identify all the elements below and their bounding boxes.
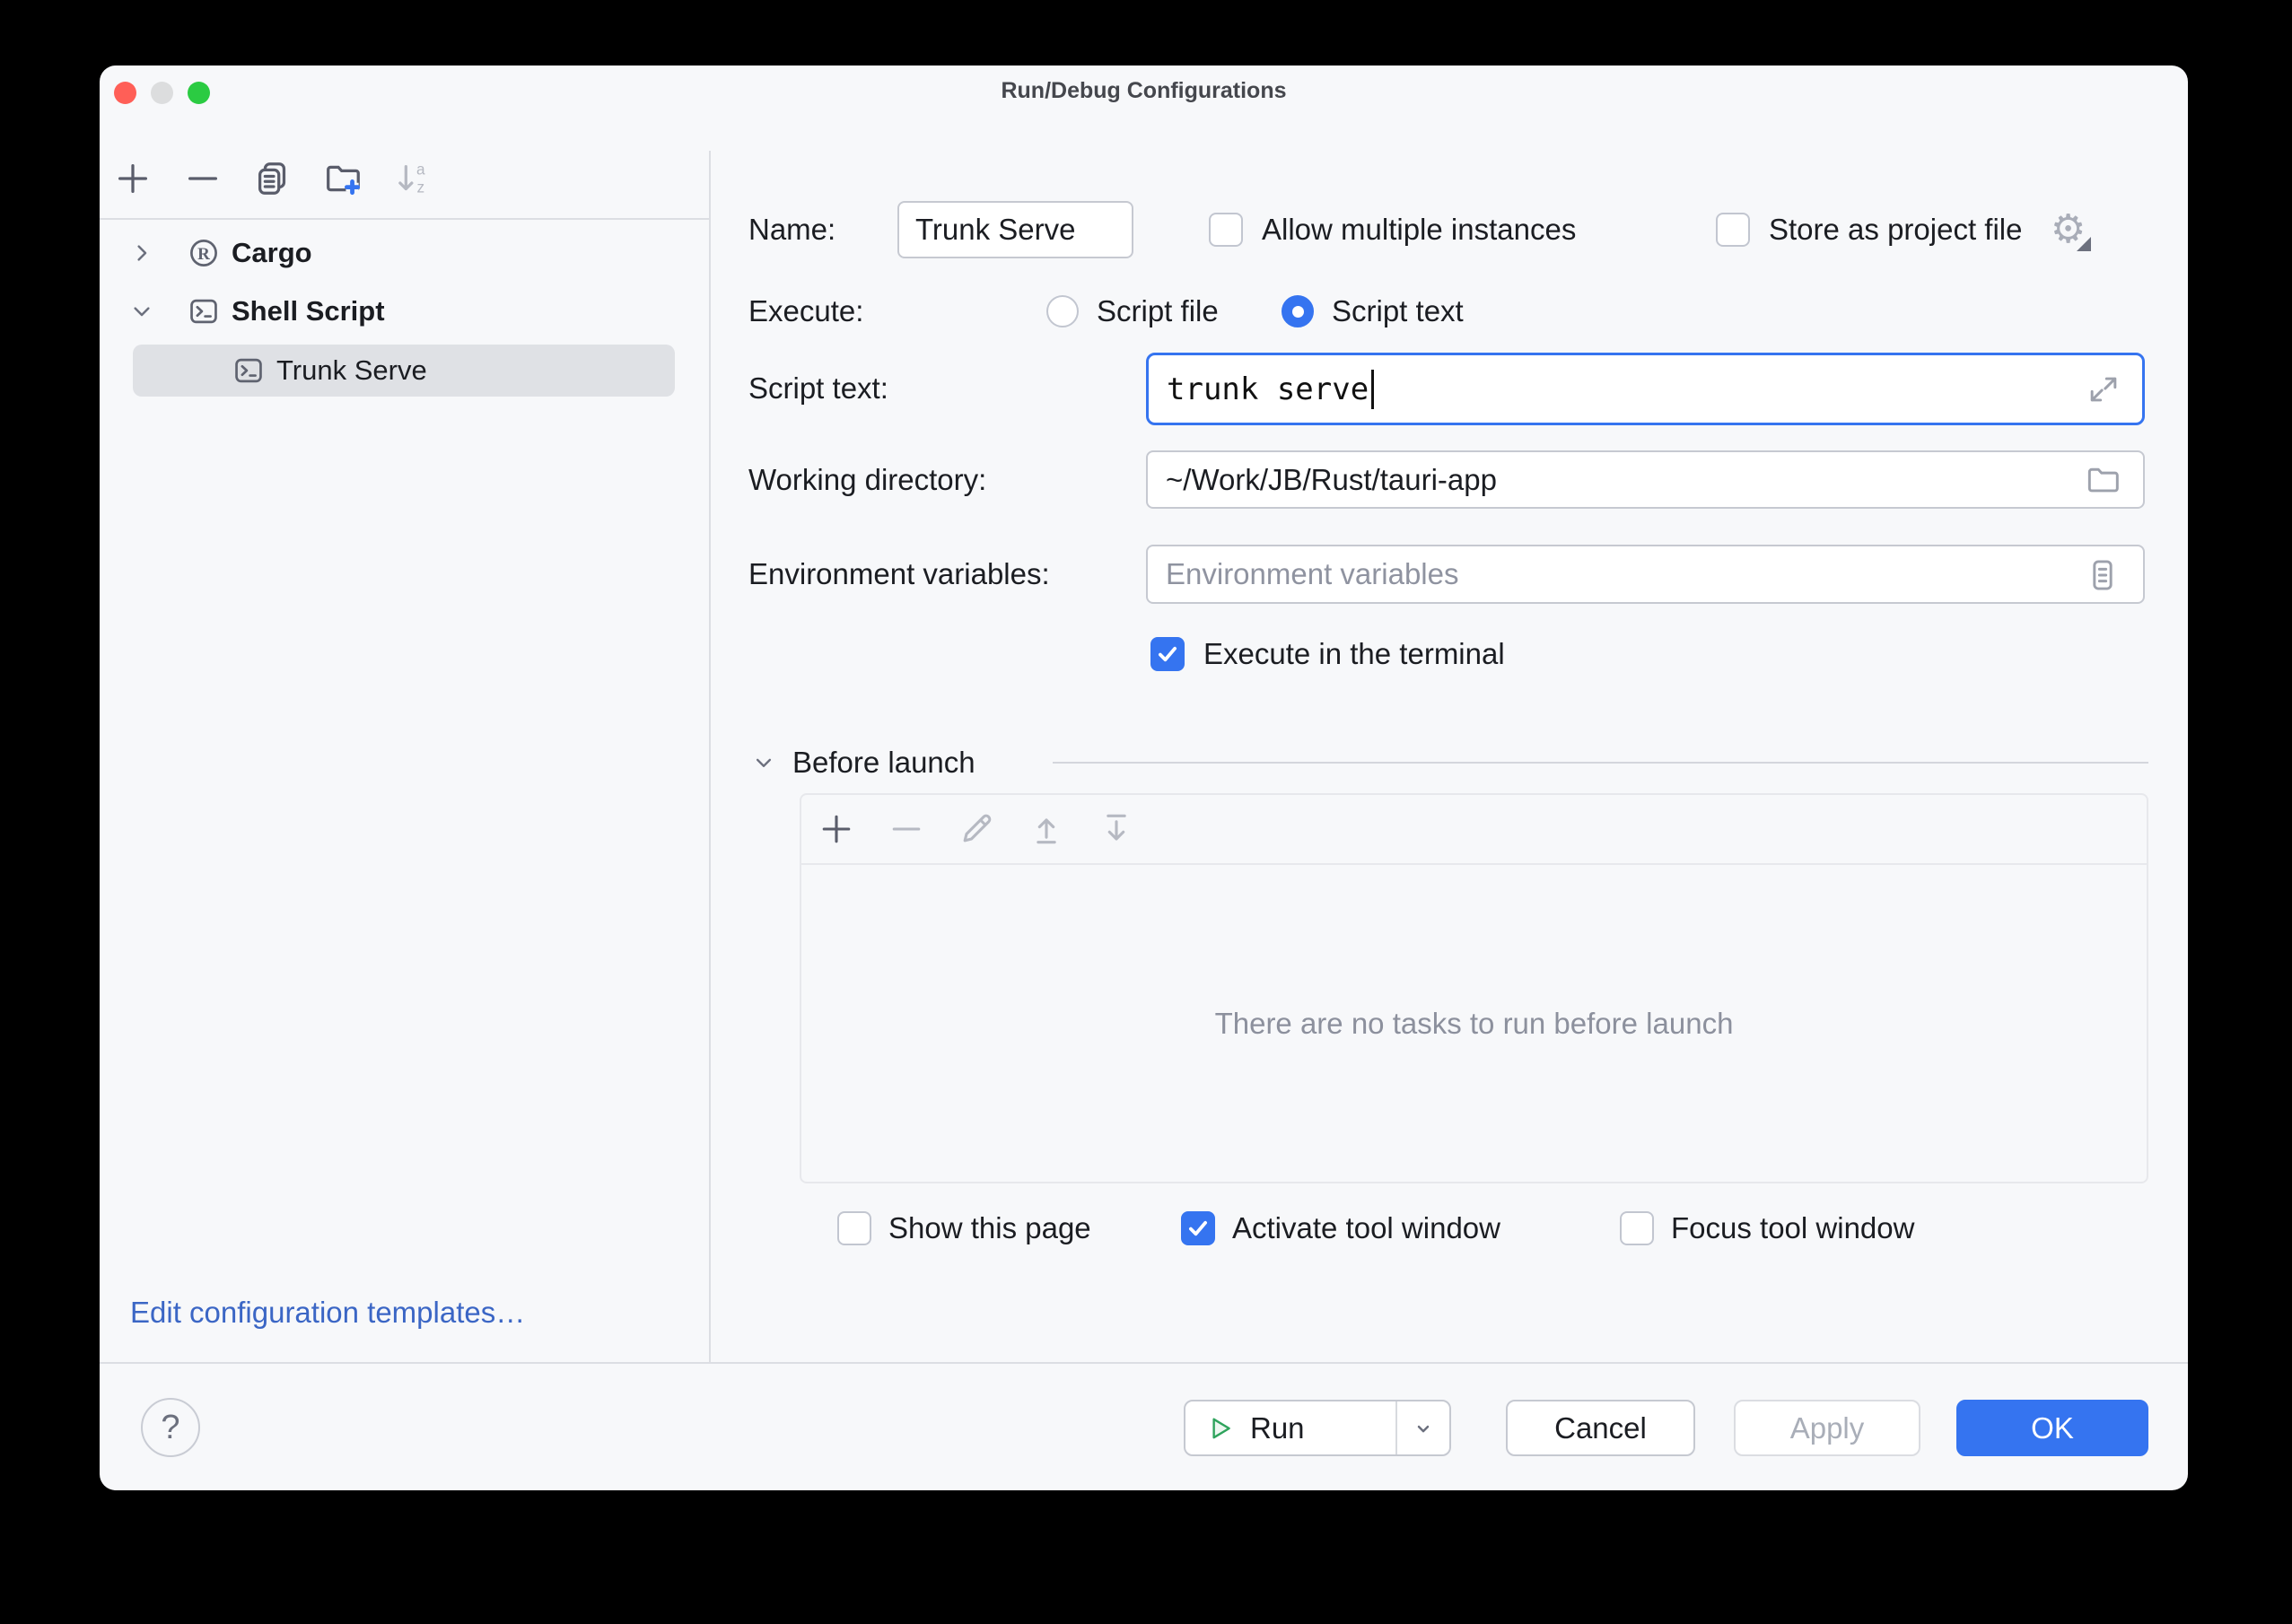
focus-tool-window-checkbox[interactable] xyxy=(1620,1211,1654,1245)
svg-text:a: a xyxy=(416,160,425,178)
focus-tool-window-label: Focus tool window xyxy=(1671,1211,1914,1245)
store-as-project-file-label: Store as project file xyxy=(1769,213,2022,247)
before-launch-panel: There are no tasks to run before launch xyxy=(800,793,2148,1183)
edit-configuration-templates-link[interactable]: Edit configuration templates… xyxy=(130,1284,525,1341)
environment-variables-input[interactable] xyxy=(1146,545,2145,604)
copy-configuration-icon[interactable] xyxy=(249,155,296,202)
script-text-radio[interactable] xyxy=(1282,295,1314,327)
cargo-rust-icon: R xyxy=(186,235,222,271)
store-options-gear-icon[interactable]: ⚙ xyxy=(2046,208,2089,251)
expand-editor-icon[interactable] xyxy=(2083,369,2124,410)
allow-multiple-instances-label: Allow multiple instances xyxy=(1262,213,1576,247)
script-text-option-label: Script text xyxy=(1332,294,1464,328)
terminal-icon xyxy=(186,293,222,329)
browse-folder-icon[interactable] xyxy=(2082,459,2123,501)
ok-button-label: OK xyxy=(2031,1411,2074,1445)
ok-button[interactable]: OK xyxy=(1956,1400,2148,1456)
run-play-icon xyxy=(1203,1412,1236,1445)
execute-label: Execute: xyxy=(748,283,863,340)
move-task-up-icon[interactable] xyxy=(1025,808,1068,851)
store-as-project-file-option[interactable]: Store as project file ⚙ xyxy=(1716,201,2089,258)
help-button[interactable]: ? xyxy=(141,1398,200,1457)
add-configuration-icon[interactable] xyxy=(109,155,156,202)
window-title: Run/Debug Configurations xyxy=(100,78,2188,104)
before-launch-toolbar xyxy=(801,795,2147,865)
collapse-chevron-down-icon[interactable] xyxy=(748,747,780,779)
remove-configuration-icon[interactable] xyxy=(179,155,226,202)
terminal-icon xyxy=(231,353,267,389)
edit-task-pencil-icon[interactable] xyxy=(955,808,998,851)
activate-tool-window-label: Activate tool window xyxy=(1232,1211,1500,1245)
before-launch-header[interactable]: Before launch xyxy=(748,734,975,791)
run-split-button[interactable]: Run xyxy=(1184,1400,1451,1456)
script-text-value: trunk serve xyxy=(1167,371,1369,407)
before-launch-title: Before launch xyxy=(792,746,975,780)
sort-alphabetically-icon[interactable]: a z xyxy=(389,155,436,202)
apply-button-label: Apply xyxy=(1790,1411,1865,1445)
before-launch-empty-message: There are no tasks to run before launch xyxy=(801,865,2147,1182)
working-directory-input[interactable] xyxy=(1146,450,2145,509)
activate-tool-window-checkbox[interactable] xyxy=(1181,1211,1215,1245)
script-text-input[interactable]: trunk serve xyxy=(1146,353,2145,425)
allow-multiple-instances-option[interactable]: Allow multiple instances xyxy=(1209,201,1576,258)
execute-in-terminal-checkbox[interactable] xyxy=(1150,637,1185,671)
move-task-down-icon[interactable] xyxy=(1095,808,1138,851)
edit-variables-list-icon[interactable] xyxy=(2082,554,2123,596)
configurations-toolbar: a z xyxy=(109,155,436,202)
script-file-label: Script file xyxy=(1097,294,1219,328)
tree-item-trunk-serve[interactable]: Trunk Serve xyxy=(100,345,709,397)
show-this-page-option[interactable]: Show this page xyxy=(837,1210,1091,1246)
execute-in-terminal-label: Execute in the terminal xyxy=(1203,637,1505,671)
cancel-button[interactable]: Cancel xyxy=(1506,1400,1695,1456)
tree-item-label: Cargo xyxy=(232,237,312,269)
execute-in-terminal-option[interactable]: Execute in the terminal xyxy=(1150,636,1505,672)
script-text-label: Script text: xyxy=(748,360,888,417)
activate-tool-window-option[interactable]: Activate tool window xyxy=(1181,1210,1500,1246)
store-as-project-file-checkbox[interactable] xyxy=(1716,213,1750,247)
toolbar-separator xyxy=(100,218,709,220)
run-button-label: Run xyxy=(1250,1411,1305,1445)
tree-item-shell-script[interactable]: Shell Script xyxy=(100,283,709,340)
tree-item-label: Trunk Serve xyxy=(276,354,427,387)
remove-task-icon[interactable] xyxy=(885,808,928,851)
show-this-page-checkbox[interactable] xyxy=(837,1211,871,1245)
help-question-icon: ? xyxy=(161,1409,179,1447)
add-task-icon[interactable] xyxy=(815,808,858,851)
run-options-chevron-icon[interactable] xyxy=(1397,1401,1449,1454)
apply-button[interactable]: Apply xyxy=(1734,1400,1920,1456)
chevron-down-icon[interactable] xyxy=(124,293,160,329)
before-launch-rule xyxy=(1053,762,2148,764)
show-this-page-label: Show this page xyxy=(888,1211,1091,1245)
script-file-radio[interactable] xyxy=(1046,295,1079,327)
svg-text:z: z xyxy=(417,178,425,196)
chevron-right-icon[interactable] xyxy=(124,235,160,271)
text-cursor xyxy=(1371,370,1374,409)
name-label: Name: xyxy=(748,201,835,258)
run-debug-configurations-dialog: Run/Debug Configurations a xyxy=(100,65,2188,1490)
allow-multiple-instances-checkbox[interactable] xyxy=(1209,213,1243,247)
footer-separator xyxy=(100,1362,2188,1364)
cancel-button-label: Cancel xyxy=(1554,1411,1647,1445)
environment-variables-label: Environment variables: xyxy=(748,545,1050,604)
svg-text:R: R xyxy=(197,245,210,264)
name-input[interactable] xyxy=(897,201,1133,258)
sidebar-separator xyxy=(709,151,711,1362)
working-directory-label: Working directory: xyxy=(748,450,986,509)
new-folder-icon[interactable] xyxy=(319,155,366,202)
gear-dropdown-corner xyxy=(2077,237,2091,251)
focus-tool-window-option[interactable]: Focus tool window xyxy=(1620,1210,1914,1246)
tree-item-label: Shell Script xyxy=(232,295,385,327)
tree-item-cargo[interactable]: R Cargo xyxy=(100,224,709,282)
execute-script-text-option[interactable]: Script text xyxy=(1282,283,1464,340)
execute-script-file-option[interactable]: Script file xyxy=(1046,283,1219,340)
